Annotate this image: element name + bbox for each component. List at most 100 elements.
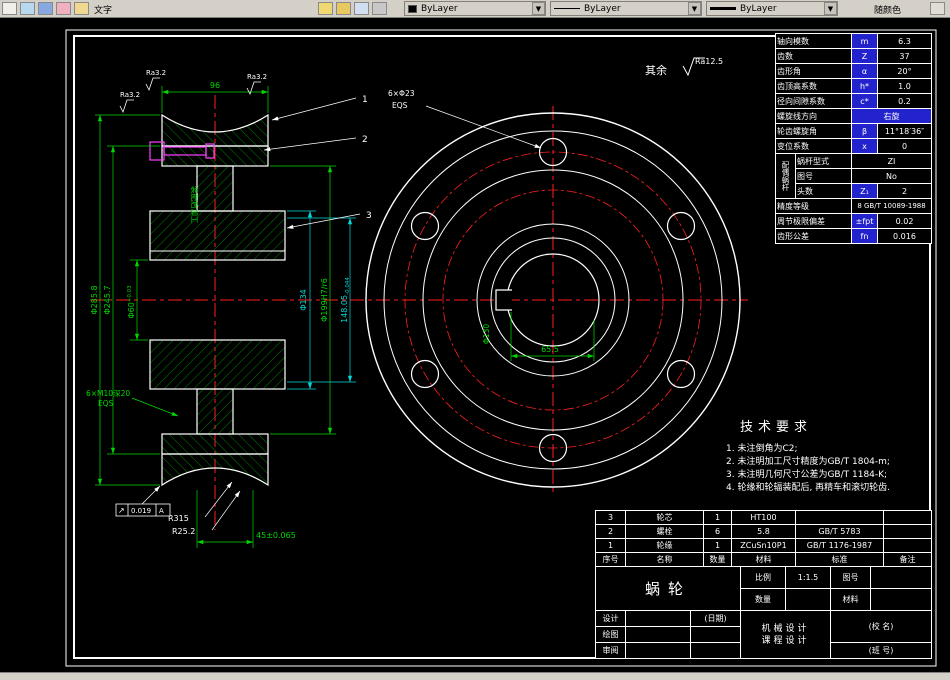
param-name: 精度等级 [775, 198, 852, 214]
param-value: 0 [877, 138, 932, 154]
title-block: 3 轮芯 1 HT100 2 螺栓 6 5.8 GB/T 5783 1 轮缘 1 ZCuSn10P1… [595, 510, 932, 659]
tech-req-item: 2. 未注明加工尺寸精度为GB/T 1804-m; [726, 457, 890, 467]
param-symbol: β [851, 123, 878, 139]
layers-icon[interactable] [372, 2, 387, 15]
balloon-1: 1 [362, 95, 368, 105]
color-control-combo[interactable]: ByLayer ▼ [404, 1, 546, 16]
current-color-swatch [408, 4, 417, 13]
param-value: 0.02 [877, 213, 932, 229]
attach-icon[interactable] [354, 2, 369, 15]
part-material: HT100 [731, 510, 796, 525]
svg-text:Ra3.2: Ra3.2 [247, 73, 267, 81]
linetype-control-combo[interactable]: ByLayer ▼ [550, 1, 702, 16]
color-control-value: ByLayer [421, 3, 458, 14]
part-name: 轮芯 [625, 510, 704, 525]
param-value: 37 [877, 48, 932, 64]
param-symbol: Z [851, 48, 878, 64]
param-name: 周节极限偏差 [775, 213, 852, 229]
dim-d134: Φ134 [299, 289, 308, 311]
material-value [870, 588, 932, 611]
tech-req-item: 4. 轮缘和轮辐装配后, 再精车和滚切轮齿. [726, 483, 891, 493]
dim-d60: Φ60+0.03 [127, 285, 136, 319]
roughness-mark: Ra3.2 [246, 73, 267, 96]
material-label: 材料 [830, 588, 871, 611]
lineweight-control-value: ByLayer [740, 3, 777, 14]
balloon-2: 2 [362, 135, 368, 145]
dim-45: 45±0.065 [256, 531, 296, 540]
hub-top-section [149, 210, 286, 261]
hub-bottom-section [149, 339, 286, 390]
chevron-down-icon[interactable]: ▼ [824, 2, 837, 15]
param-name: 径向间隙系数 [775, 93, 852, 109]
web-top-section [196, 165, 234, 212]
keyway [495, 289, 512, 311]
parts-header-name: 名称 [625, 552, 704, 567]
param-symbol: x [851, 138, 878, 154]
part-qty: 1 [703, 538, 732, 553]
param-symbol: fn [851, 228, 878, 244]
param-name: 变位系数 [775, 138, 852, 154]
chevron-down-icon[interactable]: ▼ [688, 2, 701, 15]
part-no: 2 [595, 524, 626, 539]
param-symbol: Z₁ [851, 183, 878, 199]
param-symbol: c* [851, 93, 878, 109]
dim-d130: Φ130 [482, 324, 491, 344]
param-name: 螺旋线方向 [775, 108, 852, 124]
drawing-canvas[interactable]: 装配后加工 96 Φ285.8 Φ245.7 Φ60+0.03 Φ134 Φ19… [0, 18, 950, 672]
qty-label: 数量 [740, 588, 786, 611]
design-label: 设计 [595, 610, 626, 627]
lineweight-control-combo[interactable]: ByLayer ▼ [706, 1, 838, 16]
linetype-control-value: ByLayer [584, 3, 621, 14]
param-name: 轮齿螺旋角 [775, 123, 852, 139]
linetype-sample-icon [554, 8, 580, 9]
dim-r25: R25.2 [172, 527, 195, 536]
parts-header-no: 序号 [595, 552, 626, 567]
chevron-down-icon[interactable]: ▼ [532, 2, 545, 15]
part-material: ZCuSn10P1 [731, 538, 796, 553]
dim-m10-eqs: EQS [98, 399, 114, 408]
param-value: 0.2 [877, 93, 932, 109]
insert-block-icon[interactable] [336, 2, 351, 15]
review-date-cell [690, 642, 741, 659]
draw-date-cell [690, 626, 741, 643]
part-standard [795, 510, 884, 525]
dim-d199: Φ199H7/r6 [320, 278, 329, 322]
parts-header-material: 材料 [731, 552, 796, 567]
lineweight-sample-icon [710, 7, 736, 10]
open-file-icon[interactable] [20, 2, 35, 15]
dim-r315: R315 [168, 514, 189, 523]
part-remark [883, 510, 932, 525]
dim-148: 148.05-0.044 [340, 277, 351, 323]
tech-req-title: 技术要求 [740, 420, 813, 435]
status-bar [0, 672, 950, 680]
draw-label: 绘图 [595, 626, 626, 643]
parts-header-standard: 标准 [795, 552, 884, 567]
roughness-mark: Ra3.2 [145, 69, 166, 92]
balloon-3: 3 [366, 211, 372, 221]
dim-d285: Φ285.8 [90, 285, 99, 314]
scale-value: 1:1.5 [785, 566, 831, 589]
scale-label: 比例 [740, 566, 786, 589]
print-icon[interactable] [56, 2, 71, 15]
new-file-icon[interactable] [2, 2, 17, 15]
make-block-icon[interactable] [318, 2, 333, 15]
parts-list-table: 3 轮芯 1 HT100 2 螺栓 6 5.8 GB/T 5783 1 轮缘 1 ZCuSn10P1… [595, 510, 932, 567]
part-qty: 1 [703, 510, 732, 525]
param-name: 头数 [795, 183, 852, 199]
text-style-icon[interactable] [74, 2, 89, 15]
part-standard: GB/T 1176-1987 [795, 538, 884, 553]
dim-width-96: 96 [210, 81, 220, 90]
param-name: 齿顶高系数 [775, 78, 852, 94]
review-label: 审阅 [595, 642, 626, 659]
param-name: 齿数 [775, 48, 852, 64]
part-standard: GB/T 5783 [795, 524, 884, 539]
part-name: 轮缘 [625, 538, 704, 553]
school-name: (校 名) [830, 610, 932, 643]
mate-worm-group-label: 配偶蜗杆 [775, 153, 796, 199]
param-symbol: ±fpt [851, 213, 878, 229]
rim-flange-top [161, 145, 269, 167]
param-name: 图号 [795, 168, 852, 184]
save-file-icon[interactable] [38, 2, 53, 15]
text-tool-label: 文字 [94, 6, 113, 16]
properties-icon[interactable] [930, 2, 945, 15]
